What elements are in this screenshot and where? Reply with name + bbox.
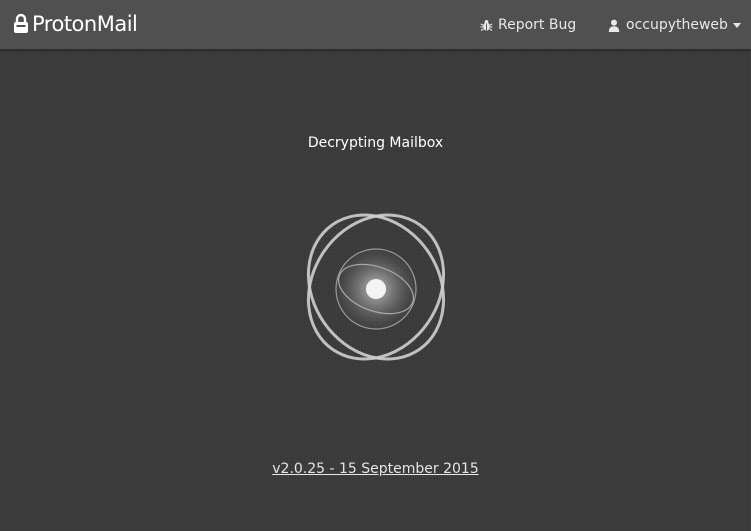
- user-icon: [607, 18, 621, 32]
- brand-name: ProtonMail: [32, 12, 138, 36]
- top-navbar: ProtonMail Report Bug occupytheweb: [0, 0, 751, 50]
- version-footer: v2.0.25 - 15 September 2015: [0, 458, 751, 477]
- report-bug-label: Report Bug: [498, 17, 577, 33]
- report-bug-link[interactable]: Report Bug: [479, 15, 576, 35]
- user-menu[interactable]: occupytheweb: [607, 15, 741, 35]
- app-window: ProtonMail Report Bug occupytheweb Decry…: [0, 0, 751, 531]
- bug-icon: [479, 18, 493, 32]
- brand-logo[interactable]: ProtonMail: [13, 10, 138, 38]
- lock-icon: [13, 12, 29, 36]
- username-label: occupytheweb: [626, 17, 728, 33]
- atom-loader-icon: [296, 207, 456, 367]
- version-link[interactable]: v2.0.25 - 15 September 2015: [272, 461, 479, 477]
- caret-down-icon: [732, 22, 741, 28]
- decrypting-status: Decrypting Mailbox: [307, 135, 444, 151]
